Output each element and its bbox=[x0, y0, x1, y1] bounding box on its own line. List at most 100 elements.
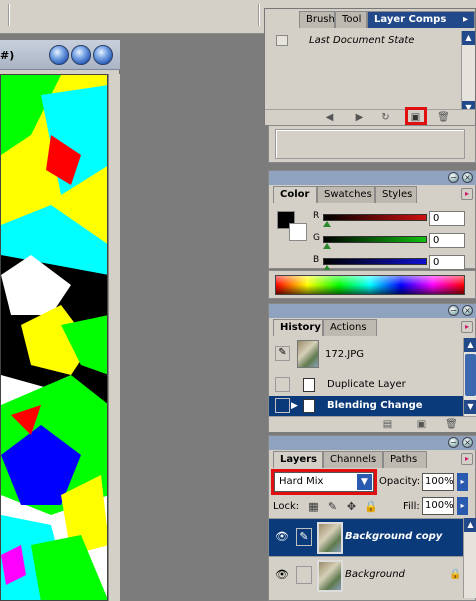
brush-icon[interactable]: ✎ bbox=[296, 528, 312, 546]
eye-icon[interactable]: 👁 bbox=[274, 531, 290, 543]
layers-scrollbar[interactable]: ▲ bbox=[463, 518, 476, 598]
history-state-selected[interactable]: ▶ Blending Change bbox=[269, 396, 463, 416]
snapshot-thumbnail bbox=[297, 340, 319, 368]
lock-position-icon[interactable]: ✥ bbox=[345, 500, 358, 513]
comps-list: Last Document State bbox=[273, 32, 463, 116]
layer-row-selected[interactable]: 👁 ✎ Background copy bbox=[269, 518, 463, 556]
blue-slider-track[interactable] bbox=[323, 258, 427, 265]
channel-label: R bbox=[313, 211, 320, 221]
document-scrollbar[interactable] bbox=[108, 74, 120, 601]
close-button[interactable] bbox=[93, 45, 113, 65]
trash-icon[interactable]: 🗑 bbox=[437, 112, 450, 124]
brush-source-box[interactable] bbox=[275, 398, 290, 413]
panel-menu-icon[interactable]: ▸ bbox=[461, 188, 473, 200]
tab-actions[interactable]: Actions bbox=[323, 319, 377, 336]
green-value-field[interactable]: 0 bbox=[429, 233, 465, 248]
blue-value-field[interactable]: 0 bbox=[429, 255, 465, 270]
separator bbox=[258, 4, 259, 26]
fill-label: Fill: bbox=[403, 501, 420, 512]
tab-layers[interactable]: Layers bbox=[273, 451, 323, 468]
tab-channels[interactable]: Channels bbox=[323, 451, 383, 468]
document-window: #) bbox=[0, 40, 120, 601]
snapshot-icon[interactable]: ▣ bbox=[415, 419, 428, 431]
spectrum-frame bbox=[268, 270, 476, 299]
tab-layer-comps[interactable]: Layer Comps ▸ bbox=[367, 11, 475, 28]
color-spectrum[interactable] bbox=[275, 275, 465, 295]
lock-label: Lock: bbox=[273, 501, 300, 512]
history-panel: − × History Actions ▸ ✎ 172.JPG Duplicat… bbox=[268, 303, 476, 432]
tab-color[interactable]: Color bbox=[273, 186, 317, 203]
fill-arrow-icon[interactable]: ▸ bbox=[457, 497, 468, 515]
channel-label: G bbox=[313, 233, 320, 243]
update-comp-icon[interactable]: ↻ bbox=[379, 112, 392, 124]
scroll-up-icon[interactable]: ▲ bbox=[464, 518, 476, 532]
tab-brush[interactable]: Brush bbox=[299, 11, 335, 28]
comp-label: Last Document State bbox=[309, 35, 415, 46]
scroll-up-icon[interactable]: ▲ bbox=[462, 31, 475, 45]
maximize-button[interactable] bbox=[71, 45, 91, 65]
history-state-label: Duplicate Layer bbox=[327, 379, 406, 390]
history-panel-header: − × bbox=[269, 304, 476, 318]
opacity-arrow-icon[interactable]: ▸ bbox=[457, 473, 468, 491]
panel-menu-icon[interactable]: ▸ bbox=[461, 321, 473, 333]
highlight-box bbox=[271, 469, 377, 495]
tab-swatches[interactable]: Swatches bbox=[317, 186, 375, 203]
apply-next-icon[interactable]: ▶ bbox=[353, 112, 366, 124]
layer-thumbnail bbox=[317, 522, 343, 554]
comps-tabs: Brush Tool Layer Comps ▸ bbox=[265, 11, 475, 28]
hard-mix-image bbox=[1, 75, 107, 600]
panel-menu-arrow-icon[interactable]: ▸ bbox=[463, 14, 468, 25]
history-statusbar: ▤ ▣ 🗑 bbox=[269, 416, 476, 432]
link-box[interactable] bbox=[296, 566, 312, 584]
layer-name[interactable]: Background bbox=[345, 569, 405, 580]
comps-scrollbar[interactable]: ▲ ▼ bbox=[461, 31, 475, 115]
layers-panel: − × Layers Channels Paths ▸ Hard Mix ▼ O… bbox=[268, 435, 476, 601]
close-icon[interactable]: × bbox=[462, 172, 473, 183]
opacity-field[interactable]: 100% bbox=[422, 473, 454, 491]
tab-tool[interactable]: Tool bbox=[335, 11, 367, 28]
eye-icon[interactable]: 👁 bbox=[274, 569, 290, 581]
new-document-icon[interactable]: ▤ bbox=[381, 419, 394, 431]
lock-image-icon[interactable]: ✎ bbox=[326, 500, 339, 513]
close-icon[interactable]: × bbox=[462, 305, 473, 316]
tab-styles[interactable]: Styles bbox=[375, 186, 417, 203]
close-icon[interactable]: × bbox=[462, 437, 473, 448]
layer-name[interactable]: Background copy bbox=[345, 531, 442, 542]
state-slider-icon[interactable]: ▶ bbox=[291, 401, 298, 411]
list-item[interactable]: Last Document State bbox=[273, 32, 463, 50]
history-state-icon bbox=[303, 399, 315, 413]
tab-paths[interactable]: Paths bbox=[383, 451, 427, 468]
document-titlebar: #) bbox=[0, 40, 120, 70]
scroll-up-icon[interactable]: ▲ bbox=[464, 338, 476, 352]
minimize-button[interactable] bbox=[49, 45, 69, 65]
tab-history[interactable]: History bbox=[273, 319, 323, 336]
panel-menu-icon[interactable]: ▸ bbox=[461, 453, 473, 465]
slider-handle-icon[interactable] bbox=[323, 243, 331, 249]
red-slider-track[interactable] bbox=[323, 214, 427, 221]
document-state-icon bbox=[276, 35, 288, 46]
slider-handle-icon[interactable] bbox=[323, 221, 331, 227]
layers-panel-header: − × bbox=[269, 436, 476, 450]
minimize-icon[interactable]: − bbox=[448, 437, 459, 448]
background-swatch[interactable] bbox=[289, 223, 307, 241]
layer-row[interactable]: 👁 Background 🔒 bbox=[269, 556, 463, 594]
history-state[interactable]: Duplicate Layer bbox=[269, 375, 463, 395]
image-canvas[interactable] bbox=[0, 74, 108, 601]
scroll-down-icon[interactable]: ▼ bbox=[464, 400, 476, 414]
history-scrollbar[interactable]: ▲ ▼ bbox=[463, 338, 476, 416]
brush-source-icon[interactable]: ✎ bbox=[275, 346, 290, 361]
lock-all-icon[interactable]: 🔒 bbox=[364, 500, 378, 513]
tab-layer-comps-label: Layer Comps bbox=[374, 14, 447, 25]
minimize-icon[interactable]: − bbox=[448, 305, 459, 316]
history-snapshot[interactable]: ✎ 172.JPG bbox=[269, 338, 463, 372]
lock-transparency-icon[interactable]: ▦ bbox=[307, 500, 320, 513]
snapshot-label: 172.JPG bbox=[325, 349, 364, 360]
fill-field[interactable]: 100% bbox=[422, 497, 454, 515]
minimize-icon[interactable]: − bbox=[448, 172, 459, 183]
red-value-field[interactable]: 0 bbox=[429, 211, 465, 226]
scroll-thumb[interactable] bbox=[465, 354, 476, 396]
trash-icon[interactable]: 🗑 bbox=[445, 419, 458, 431]
apply-previous-icon[interactable]: ◀ bbox=[323, 112, 336, 124]
green-slider-track[interactable] bbox=[323, 236, 427, 243]
brush-source-box[interactable] bbox=[275, 377, 290, 392]
